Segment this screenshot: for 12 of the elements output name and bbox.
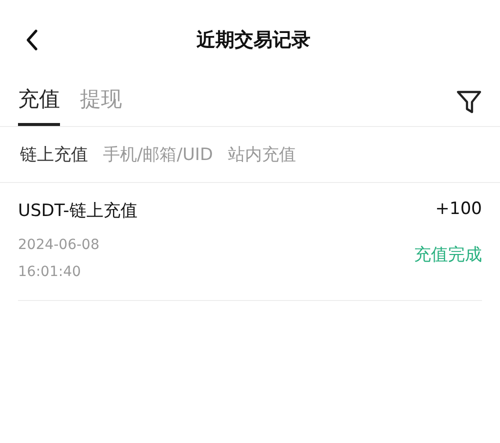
record-amount: +100 bbox=[435, 199, 482, 219]
record-date: 2024-06-08 bbox=[18, 236, 100, 255]
page-title: 近期交易记录 bbox=[196, 28, 312, 53]
tab[interactable]: 充值 bbox=[18, 85, 60, 126]
record-status: 充值完成 bbox=[414, 244, 482, 266]
sub-tab[interactable]: 链上充值 bbox=[20, 143, 88, 166]
sub-tab[interactable]: 站内充值 bbox=[228, 143, 296, 166]
filter-icon[interactable] bbox=[456, 89, 482, 115]
sub-tab[interactable]: 手机/邮箱/UID bbox=[103, 143, 214, 166]
tab[interactable]: 提现 bbox=[80, 85, 122, 126]
record-time: 16:01:40 bbox=[18, 263, 82, 282]
record-title: USDT-链上充值 bbox=[18, 200, 138, 222]
